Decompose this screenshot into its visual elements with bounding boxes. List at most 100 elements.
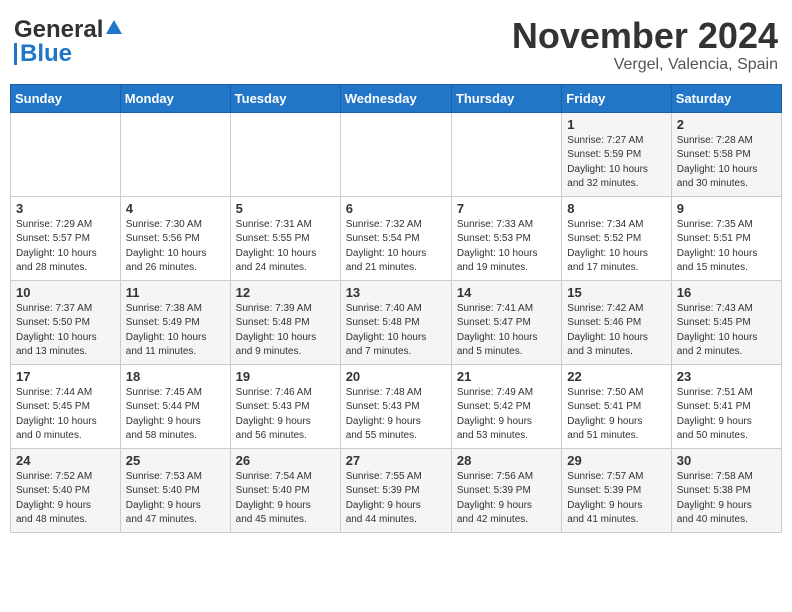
day-number: 14 <box>457 285 556 300</box>
day-number: 4 <box>126 201 225 216</box>
calendar-cell: 20 Sunrise: 7:48 AM Sunset: 5:43 PM Dayli… <box>340 364 451 448</box>
day-info: Sunrise: 7:30 AM Sunset: 5:56 PM Dayligh… <box>126 218 225 276</box>
calendar-cell: 28 Sunrise: 7:56 AM Sunset: 5:39 PM Dayli… <box>451 448 561 532</box>
calendar-table: SundayMondayTuesdayWednesdayThursdayFrid… <box>10 84 782 533</box>
day-number: 18 <box>126 369 225 384</box>
day-number: 28 <box>457 453 556 468</box>
day-info: Sunrise: 7:50 AM Sunset: 5:41 PM Dayligh… <box>567 386 665 444</box>
day-info: Sunrise: 7:53 AM Sunset: 5:40 PM Dayligh… <box>126 470 225 528</box>
day-number: 30 <box>677 453 776 468</box>
day-number: 10 <box>16 285 115 300</box>
calendar-cell: 16 Sunrise: 7:43 AM Sunset: 5:45 PM Dayli… <box>671 280 781 364</box>
day-info: Sunrise: 7:42 AM Sunset: 5:46 PM Dayligh… <box>567 302 665 360</box>
day-info: Sunrise: 7:39 AM Sunset: 5:48 PM Dayligh… <box>236 302 335 360</box>
calendar-cell: 25 Sunrise: 7:53 AM Sunset: 5:40 PM Dayli… <box>120 448 230 532</box>
calendar-cell: 26Sunrise: 7:54 AM Sunset: 5:40 PM Dayli… <box>230 448 340 532</box>
calendar-cell: 19 Sunrise: 7:46 AM Sunset: 5:43 PM Dayli… <box>230 364 340 448</box>
calendar-cell <box>451 112 561 196</box>
day-info: Sunrise: 7:48 AM Sunset: 5:43 PM Dayligh… <box>346 386 446 444</box>
calendar-cell: 10 Sunrise: 7:37 AM Sunset: 5:50 PM Dayli… <box>11 280 121 364</box>
day-info: Sunrise: 7:55 AM Sunset: 5:39 PM Dayligh… <box>346 470 446 528</box>
calendar-cell: 2 Sunrise: 7:28 AM Sunset: 5:58 PM Daylig… <box>671 112 781 196</box>
day-number: 21 <box>457 369 556 384</box>
day-info: Sunrise: 7:33 AM Sunset: 5:53 PM Dayligh… <box>457 218 556 276</box>
calendar-cell: 21 Sunrise: 7:49 AM Sunset: 5:42 PM Dayli… <box>451 364 561 448</box>
week-row-2: 3Sunrise: 7:29 AM Sunset: 5:57 PM Daylig… <box>11 196 782 280</box>
day-info: Sunrise: 7:52 AM Sunset: 5:40 PM Dayligh… <box>16 470 115 528</box>
day-number: 6 <box>346 201 446 216</box>
week-row-4: 17 Sunrise: 7:44 AM Sunset: 5:45 PM Dayli… <box>11 364 782 448</box>
day-info: Sunrise: 7:31 AM Sunset: 5:55 PM Dayligh… <box>236 218 335 276</box>
day-number: 7 <box>457 201 556 216</box>
day-number: 8 <box>567 201 665 216</box>
weekday-header-sunday: Sunday <box>11 84 121 112</box>
day-info: Sunrise: 7:46 AM Sunset: 5:43 PM Dayligh… <box>236 386 335 444</box>
day-number: 19 <box>236 369 335 384</box>
week-row-1: 1 Sunrise: 7:27 AM Sunset: 5:59 PM Daylig… <box>11 112 782 196</box>
day-number: 5 <box>236 201 335 216</box>
weekday-header-friday: Friday <box>562 84 671 112</box>
calendar-cell: 14Sunrise: 7:41 AM Sunset: 5:47 PM Dayli… <box>451 280 561 364</box>
day-info: Sunrise: 7:51 AM Sunset: 5:41 PM Dayligh… <box>677 386 776 444</box>
day-info: Sunrise: 7:28 AM Sunset: 5:58 PM Dayligh… <box>677 134 776 192</box>
week-row-5: 24 Sunrise: 7:52 AM Sunset: 5:40 PM Dayli… <box>11 448 782 532</box>
day-info: Sunrise: 7:37 AM Sunset: 5:50 PM Dayligh… <box>16 302 115 360</box>
day-number: 27 <box>346 453 446 468</box>
calendar-cell <box>230 112 340 196</box>
logo: General Blue <box>14 16 124 68</box>
logo-icon <box>104 18 124 38</box>
calendar-cell: 18 Sunrise: 7:45 AM Sunset: 5:44 PM Dayli… <box>120 364 230 448</box>
day-number: 24 <box>16 453 115 468</box>
day-info: Sunrise: 7:44 AM Sunset: 5:45 PM Dayligh… <box>16 386 115 444</box>
day-info: Sunrise: 7:45 AM Sunset: 5:44 PM Dayligh… <box>126 386 225 444</box>
calendar-cell: 7 Sunrise: 7:33 AM Sunset: 5:53 PM Daylig… <box>451 196 561 280</box>
day-number: 15 <box>567 285 665 300</box>
day-info: Sunrise: 7:58 AM Sunset: 5:38 PM Dayligh… <box>677 470 776 528</box>
calendar-cell: 17 Sunrise: 7:44 AM Sunset: 5:45 PM Dayli… <box>11 364 121 448</box>
calendar-cell: 8 Sunrise: 7:34 AM Sunset: 5:52 PM Daylig… <box>562 196 671 280</box>
day-number: 9 <box>677 201 776 216</box>
calendar-cell: 15 Sunrise: 7:42 AM Sunset: 5:46 PM Dayli… <box>562 280 671 364</box>
logo-blue: Blue <box>20 40 72 68</box>
calendar-cell: 29Sunrise: 7:57 AM Sunset: 5:39 PM Dayli… <box>562 448 671 532</box>
day-number: 13 <box>346 285 446 300</box>
day-info: Sunrise: 7:32 AM Sunset: 5:54 PM Dayligh… <box>346 218 446 276</box>
day-number: 25 <box>126 453 225 468</box>
calendar-cell: 12 Sunrise: 7:39 AM Sunset: 5:48 PM Dayli… <box>230 280 340 364</box>
day-info: Sunrise: 7:38 AM Sunset: 5:49 PM Dayligh… <box>126 302 225 360</box>
day-number: 3 <box>16 201 115 216</box>
day-number: 22 <box>567 369 665 384</box>
weekday-header-thursday: Thursday <box>451 84 561 112</box>
week-row-3: 10 Sunrise: 7:37 AM Sunset: 5:50 PM Dayli… <box>11 280 782 364</box>
weekday-header-row: SundayMondayTuesdayWednesdayThursdayFrid… <box>11 84 782 112</box>
month-title: November 2024 <box>512 16 778 56</box>
day-info: Sunrise: 7:35 AM Sunset: 5:51 PM Dayligh… <box>677 218 776 276</box>
day-number: 12 <box>236 285 335 300</box>
calendar-cell <box>340 112 451 196</box>
day-number: 2 <box>677 117 776 132</box>
day-info: Sunrise: 7:40 AM Sunset: 5:48 PM Dayligh… <box>346 302 446 360</box>
calendar-cell <box>120 112 230 196</box>
day-number: 1 <box>567 117 665 132</box>
day-number: 17 <box>16 369 115 384</box>
day-info: Sunrise: 7:43 AM Sunset: 5:45 PM Dayligh… <box>677 302 776 360</box>
day-number: 16 <box>677 285 776 300</box>
calendar-cell: 27 Sunrise: 7:55 AM Sunset: 5:39 PM Dayli… <box>340 448 451 532</box>
location-title: Vergel, Valencia, Spain <box>512 56 778 74</box>
calendar-cell: 11 Sunrise: 7:38 AM Sunset: 5:49 PM Dayli… <box>120 280 230 364</box>
title-block: November 2024 Vergel, Valencia, Spain <box>512 16 778 74</box>
day-info: Sunrise: 7:49 AM Sunset: 5:42 PM Dayligh… <box>457 386 556 444</box>
weekday-header-tuesday: Tuesday <box>230 84 340 112</box>
calendar-cell: 4 Sunrise: 7:30 AM Sunset: 5:56 PM Daylig… <box>120 196 230 280</box>
day-info: Sunrise: 7:27 AM Sunset: 5:59 PM Dayligh… <box>567 134 665 192</box>
day-info: Sunrise: 7:56 AM Sunset: 5:39 PM Dayligh… <box>457 470 556 528</box>
calendar-cell: 9 Sunrise: 7:35 AM Sunset: 5:51 PM Daylig… <box>671 196 781 280</box>
day-info: Sunrise: 7:34 AM Sunset: 5:52 PM Dayligh… <box>567 218 665 276</box>
page-header: General Blue November 2024 Vergel, Valen… <box>10 10 782 80</box>
day-number: 23 <box>677 369 776 384</box>
calendar-cell: 13 Sunrise: 7:40 AM Sunset: 5:48 PM Dayli… <box>340 280 451 364</box>
day-number: 11 <box>126 285 225 300</box>
weekday-header-monday: Monday <box>120 84 230 112</box>
day-number: 20 <box>346 369 446 384</box>
calendar-cell: 5 Sunrise: 7:31 AM Sunset: 5:55 PM Daylig… <box>230 196 340 280</box>
